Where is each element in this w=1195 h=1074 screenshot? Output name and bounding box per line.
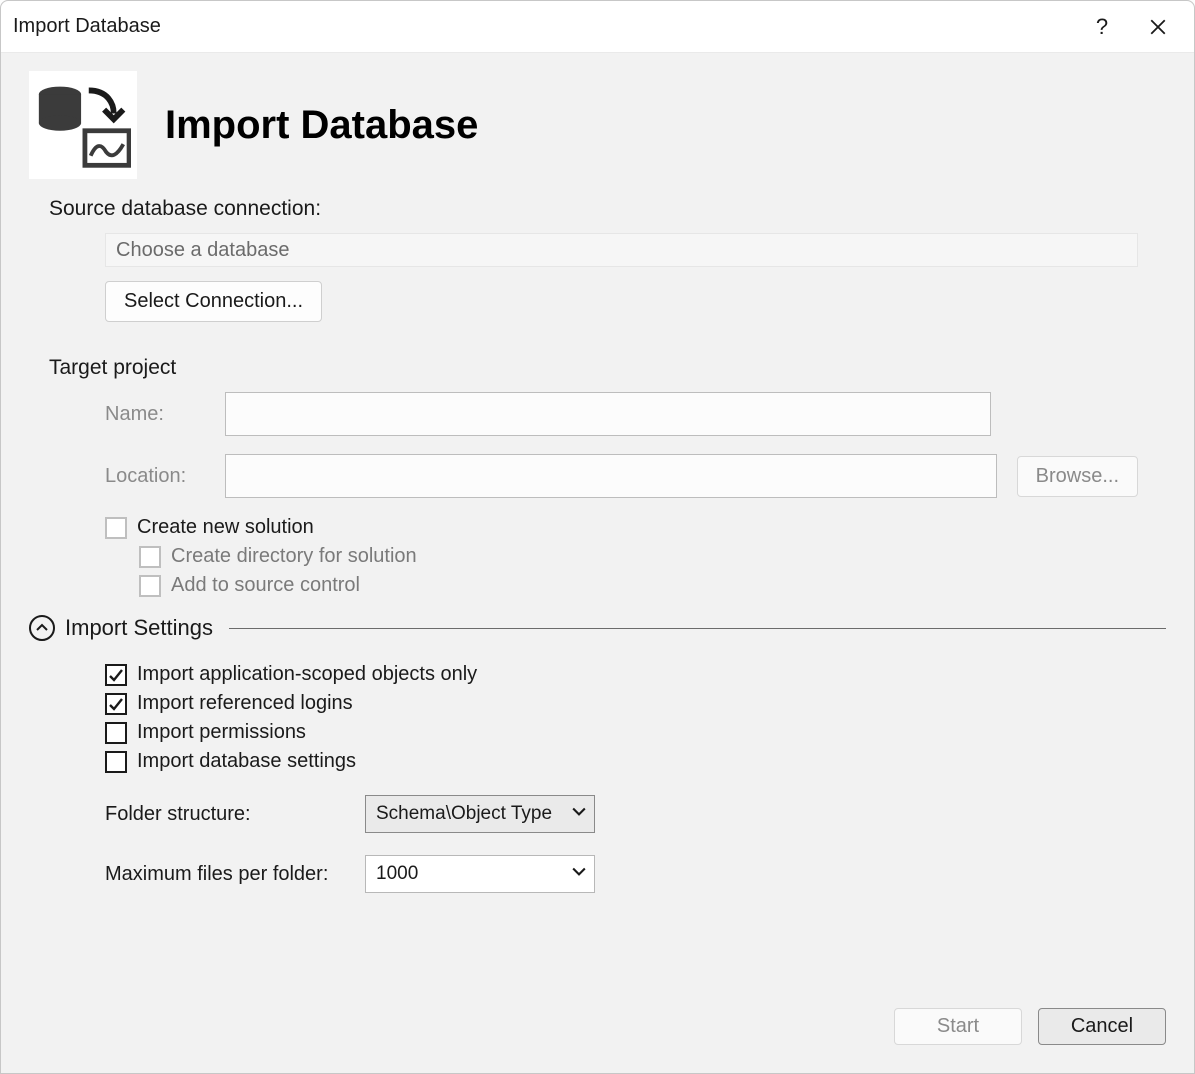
target-name-input[interactable] [225,392,991,436]
max-files-value: 1000 [376,863,418,885]
dialog-content: Import Database Source database connecti… [1,53,1194,1073]
import-ref-logins-label: Import referenced logins [137,692,353,715]
chevron-down-icon [572,803,586,825]
import-app-scoped-checkbox[interactable] [105,664,127,686]
add-source-control-checkbox[interactable] [139,575,161,597]
close-icon [1149,18,1167,36]
import-app-scoped-label: Import application-scoped objects only [137,663,477,686]
start-button[interactable]: Start [894,1008,1022,1045]
collapse-toggle[interactable] [29,615,55,641]
create-new-solution-label: Create new solution [137,516,314,539]
max-files-select[interactable]: 1000 [365,855,595,893]
target-location-input[interactable] [225,454,997,498]
import-ref-logins-checkbox[interactable] [105,693,127,715]
section-rule [229,628,1166,629]
import-settings-panel: Import application-scoped objects only I… [105,663,1166,893]
create-directory-checkbox[interactable] [139,546,161,568]
close-button[interactable] [1130,1,1186,52]
chevron-up-icon [36,622,48,634]
target-name-label: Name: [105,403,205,426]
target-section-label: Target project [49,356,1166,380]
import-db-settings-checkbox[interactable] [105,751,127,773]
source-section-label: Source database connection: [49,197,1166,221]
dialog-footer: Start Cancel [894,1008,1166,1045]
database-display: Choose a database [105,233,1138,267]
browse-button[interactable]: Browse... [1017,456,1138,497]
add-source-control-label: Add to source control [171,574,360,597]
target-location-label: Location: [105,465,205,488]
import-database-dialog: Import Database ? [0,0,1195,1074]
folder-structure-value: Schema\Object Type [376,803,552,825]
create-directory-label: Create directory for solution [171,545,417,568]
titlebar: Import Database ? [1,1,1194,53]
import-permissions-checkbox[interactable] [105,722,127,744]
cancel-button[interactable]: Cancel [1038,1008,1166,1045]
import-database-icon [29,71,137,179]
chevron-down-icon [572,863,586,885]
window-title: Import Database [13,15,1074,38]
folder-structure-select[interactable]: Schema\Object Type [365,795,595,833]
import-permissions-label: Import permissions [137,721,306,744]
help-button[interactable]: ? [1074,1,1130,52]
dialog-heading: Import Database [165,103,478,148]
max-files-label: Maximum files per folder: [105,863,355,886]
select-connection-button[interactable]: Select Connection... [105,281,322,322]
import-db-settings-label: Import database settings [137,750,356,773]
import-settings-header[interactable]: Import Settings [29,615,1166,641]
create-new-solution-checkbox[interactable] [105,517,127,539]
import-settings-label: Import Settings [65,615,213,641]
dialog-header: Import Database [29,71,1166,179]
folder-structure-label: Folder structure: [105,803,355,826]
